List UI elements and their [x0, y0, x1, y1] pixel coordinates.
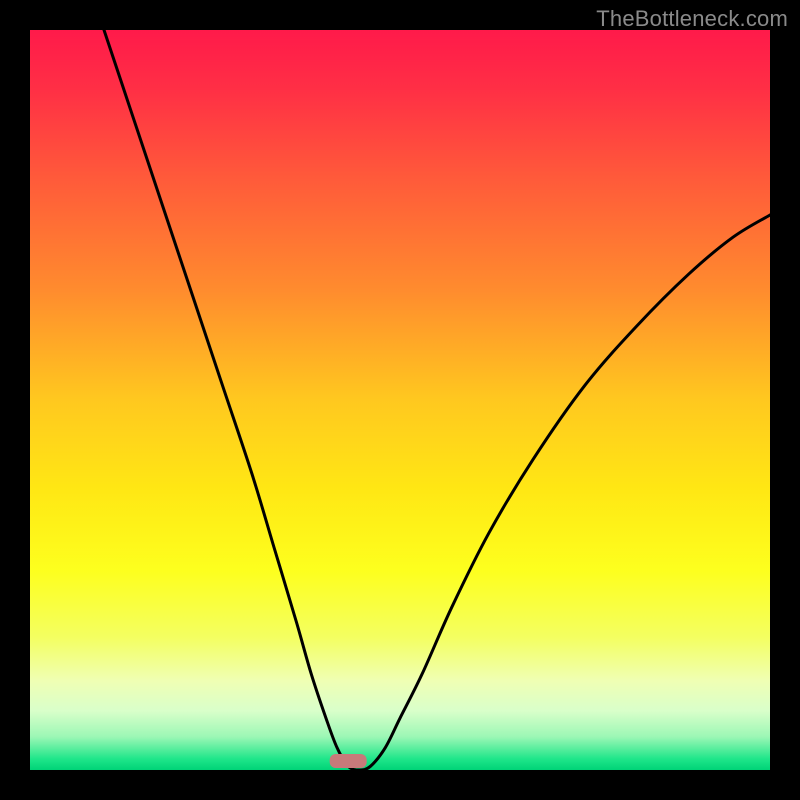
watermark-text: TheBottleneck.com — [596, 6, 788, 32]
plot-area — [30, 30, 770, 770]
minimum-marker — [330, 754, 367, 768]
chart-frame: TheBottleneck.com — [0, 0, 800, 800]
bottleneck-chart — [30, 30, 770, 770]
